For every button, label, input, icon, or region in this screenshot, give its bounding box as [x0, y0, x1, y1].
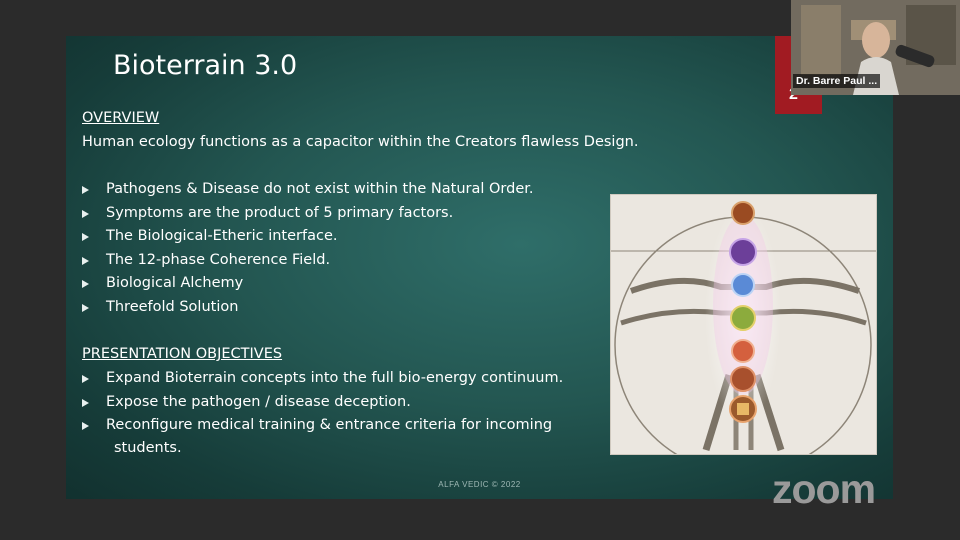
bullet-item: Biological Alchemy — [82, 272, 534, 296]
objectives-heading: PRESENTATION OBJECTIVES — [82, 346, 283, 362]
overview-bullet-list: Pathogens & Disease do not exist within … — [82, 178, 534, 320]
overview-text: Human ecology functions as a capacitor w… — [82, 134, 639, 150]
bullet-item: The Biological-Etheric interface. — [82, 225, 534, 249]
vitruvian-chakra-illustration — [611, 195, 876, 474]
participant-video-tile[interactable]: Dr. Barre Paul ... — [791, 0, 960, 95]
triangle-bullet-icon — [82, 303, 89, 312]
triangle-bullet-icon — [82, 209, 89, 218]
vitruvian-chakra-image — [610, 194, 877, 474]
presentation-slide: Bioterrain 3.0 OVERVIEW Human ecology fu… — [66, 36, 893, 499]
participant-name-label: Dr. Barre Paul ... — [793, 74, 881, 88]
triangle-bullet-icon — [82, 375, 89, 383]
slide-title: Bioterrain 3.0 — [113, 50, 298, 81]
bullet-item: The 12-phase Coherence Field. — [82, 249, 534, 273]
bullet-item: Expand Bioterrain concepts into the full… — [82, 367, 586, 391]
zoom-logo: zoom — [772, 466, 876, 512]
triangle-bullet-icon — [82, 256, 89, 265]
objectives-bullet-list: Expand Bioterrain concepts into the full… — [82, 367, 586, 460]
bullet-item: Expose the pathogen / disease deception. — [82, 391, 586, 415]
bullet-item: Threefold Solution — [82, 296, 534, 320]
triangle-bullet-icon — [82, 422, 89, 431]
triangle-bullet-icon — [82, 280, 89, 289]
bullet-item: Pathogens & Disease do not exist within … — [82, 178, 534, 202]
overview-heading: OVERVIEW — [82, 110, 160, 126]
triangle-bullet-icon — [82, 398, 89, 407]
bullet-item: Reconfigure medical training & entrance … — [82, 414, 586, 460]
slide-footer: ALFA VEDIC © 2022 — [438, 480, 521, 489]
triangle-bullet-icon — [82, 233, 89, 242]
bullet-item: Symptoms are the product of 5 primary fa… — [82, 202, 534, 226]
triangle-bullet-icon — [82, 186, 89, 194]
